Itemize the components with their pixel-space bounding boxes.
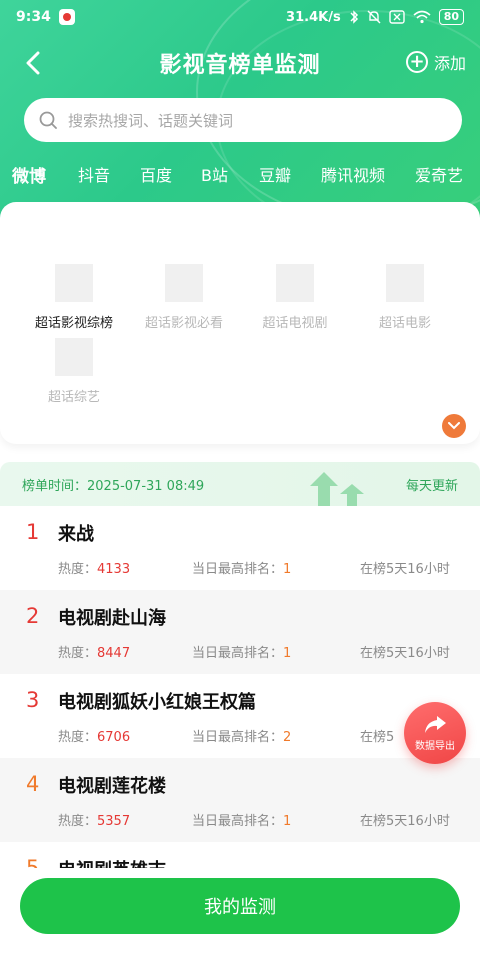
chevron-down-icon <box>448 422 460 430</box>
on-list-duration: 在榜5天16小时 <box>360 814 450 829</box>
ranking-header: 榜单时间：2025-07-31 08:49 每天更新 <box>0 462 480 506</box>
network-speed: 31.4K/s <box>286 9 341 25</box>
expand-categories-button[interactable] <box>442 414 466 438</box>
peak-rank: 当日最高排名：1 <box>192 562 292 577</box>
category-label: 超话综艺 <box>47 390 100 405</box>
rank-number: 1 <box>26 520 40 544</box>
category-item-movie[interactable]: 超话电影 <box>350 264 460 331</box>
category-label: 超话影视综榜 <box>34 316 113 331</box>
add-button-label: 添加 <box>433 54 466 73</box>
rank-title: 来战 <box>58 524 94 545</box>
search-icon <box>39 111 57 129</box>
tab-weibo[interactable]: 微博 <box>12 162 46 187</box>
ranking-time: 榜单时间：2025-07-31 08:49 <box>22 478 205 494</box>
category-thumbnail <box>165 264 203 302</box>
category-item-variety[interactable]: 超话综艺 <box>19 338 129 405</box>
add-button[interactable]: + 添加 <box>405 50 466 74</box>
category-thumbnail <box>55 264 93 302</box>
wifi-icon <box>413 10 431 24</box>
category-label: 超话电影 <box>378 316 431 331</box>
chevron-left-icon <box>26 51 40 75</box>
tab-bilibili[interactable]: B站 <box>201 162 228 186</box>
heat-value: 热度：4133 <box>58 562 131 577</box>
on-list-duration: 在榜5天16小时 <box>360 646 450 661</box>
rank-title: 电视剧狐妖小红娘王权篇 <box>58 692 256 713</box>
update-frequency: 每天更新 <box>405 478 458 494</box>
category-thumbnail <box>276 264 314 302</box>
heat-value: 热度：6706 <box>58 730 131 745</box>
category-item-tv-series[interactable]: 超话电视剧 <box>240 264 350 331</box>
peak-rank: 当日最高排名：1 <box>192 646 292 661</box>
ranking-row[interactable]: 4 电视剧莲花楼 热度：5357 当日最高排名：1 在榜5天16小时 <box>0 758 480 842</box>
platform-tabs: 微博 抖音 百度 B站 豆瓣 腾讯视频 爱奇艺 <box>0 158 480 190</box>
tab-iqiyi[interactable]: 爱奇艺 <box>415 162 463 186</box>
export-label: 数据导出 <box>415 740 455 752</box>
status-bar: 9:34 31.4K/s 80 <box>0 0 480 34</box>
trending-up-arrows-icon <box>310 472 364 506</box>
category-label: 超话影视必看 <box>144 316 223 331</box>
category-thumbnail <box>386 264 424 302</box>
data-export-button[interactable]: 数据导出 <box>404 702 466 764</box>
ranking-row[interactable]: 1 来战 热度：4133 当日最高排名：1 在榜5天16小时 <box>0 506 480 590</box>
nav-bar: 影视音榜单监测 + 添加 <box>0 40 480 86</box>
mute-bell-icon <box>367 10 381 24</box>
tab-douyin[interactable]: 抖音 <box>78 162 110 186</box>
tab-douban[interactable]: 豆瓣 <box>259 162 291 186</box>
peak-rank: 当日最高排名：1 <box>192 814 292 829</box>
category-item-comprehensive[interactable]: 超话影视综榜 <box>19 264 129 331</box>
search-placeholder: 搜索热搜词、话题关键词 <box>68 111 234 130</box>
category-label: 超话电视剧 <box>262 316 328 331</box>
on-list-duration: 在榜5 <box>360 730 395 745</box>
page-title: 影视音榜单监测 <box>159 53 321 78</box>
rank-title: 电视剧莲花楼 <box>58 776 166 797</box>
plus-icon: + <box>405 51 428 73</box>
rank-title: 电视剧赴山海 <box>58 608 166 629</box>
bluetooth-icon <box>350 10 358 24</box>
search-input[interactable]: 搜索热搜词、话题关键词 <box>24 98 462 142</box>
heat-value: 热度：5357 <box>58 814 131 829</box>
rank-number: 4 <box>26 772 40 796</box>
tab-baidu[interactable]: 百度 <box>140 162 172 186</box>
back-button[interactable] <box>18 48 48 78</box>
status-time: 9:34 <box>16 9 51 25</box>
rank-number: 3 <box>26 688 40 712</box>
share-arrow-icon <box>425 715 446 733</box>
battery-indicator: 80 <box>438 9 464 25</box>
peak-rank: 当日最高排名：2 <box>192 730 292 745</box>
my-monitoring-button[interactable]: 我的监测 <box>20 878 460 934</box>
category-card: 超话影视综榜 超话影视必看 超话电视剧 超话电影 超话综艺 <box>0 202 480 444</box>
sim-off-icon <box>388 10 405 24</box>
rank-number: 2 <box>26 604 40 628</box>
ranking-row[interactable]: 2 电视剧赴山海 热度：8447 当日最高排名：1 在榜5天16小时 <box>0 590 480 674</box>
category-thumbnail <box>55 338 93 376</box>
on-list-duration: 在榜5天16小时 <box>360 562 450 577</box>
category-item-must-watch[interactable]: 超话影视必看 <box>129 264 239 331</box>
heat-value: 热度：8447 <box>58 646 131 661</box>
tab-tencent-video[interactable]: 腾讯视频 <box>321 162 385 186</box>
notification-app-icon <box>58 9 75 25</box>
